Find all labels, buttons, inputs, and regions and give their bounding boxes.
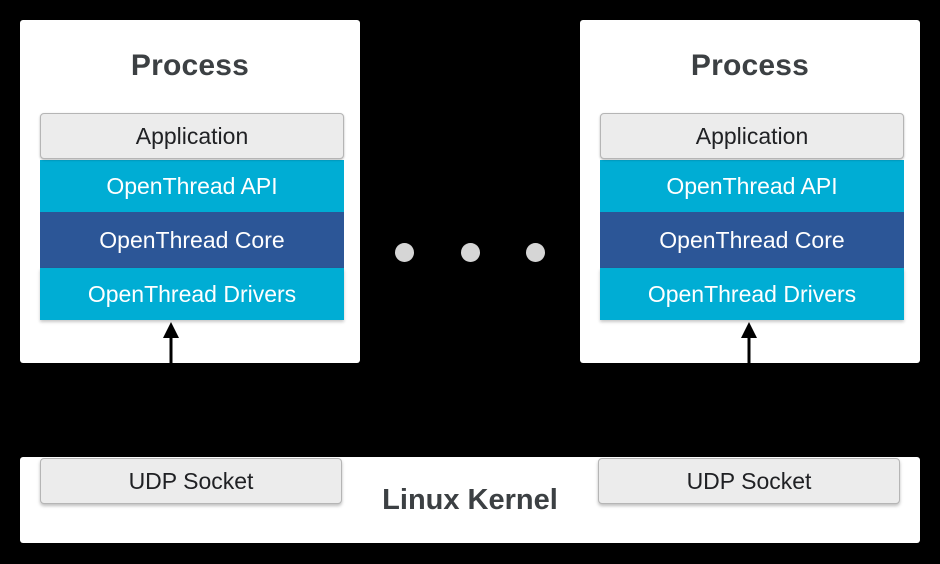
layer-openthread-core-1: OpenThread Core (40, 212, 344, 269)
layer-openthread-drivers-2: OpenThread Drivers (600, 268, 904, 320)
ellipsis-dot-1 (395, 242, 414, 262)
process-box-1: Process Application OpenThread API OpenT… (20, 20, 360, 363)
layer-openthread-api-2: OpenThread API (600, 160, 904, 213)
ellipsis-dot-2 (460, 242, 480, 262)
ellipsis-dot-3 (526, 242, 545, 262)
layer-openthread-api-1: OpenThread API (40, 160, 344, 213)
arrow-up-icon-1 (163, 322, 179, 364)
layer-openthread-core-2: OpenThread Core (600, 212, 904, 269)
process-title-2: Process (690, 49, 810, 82)
process-title-1: Process (130, 49, 250, 82)
layer-openthread-drivers-1: OpenThread Drivers (40, 268, 344, 320)
linux-kernel-box: Linux Kernel UDP Socket UDP Socket (20, 457, 920, 543)
process-box-2: Process Application OpenThread API OpenT… (580, 20, 920, 363)
arrow-up-icon-2 (741, 322, 757, 364)
udp-socket-1: UDP Socket (40, 458, 342, 504)
ellipsis-dots (395, 242, 545, 262)
layer-application-2: Application (600, 113, 904, 159)
layer-application-1: Application (40, 113, 344, 159)
udp-socket-2: UDP Socket (598, 458, 900, 504)
diagram-canvas: Process Application OpenThread API OpenT… (0, 0, 940, 564)
